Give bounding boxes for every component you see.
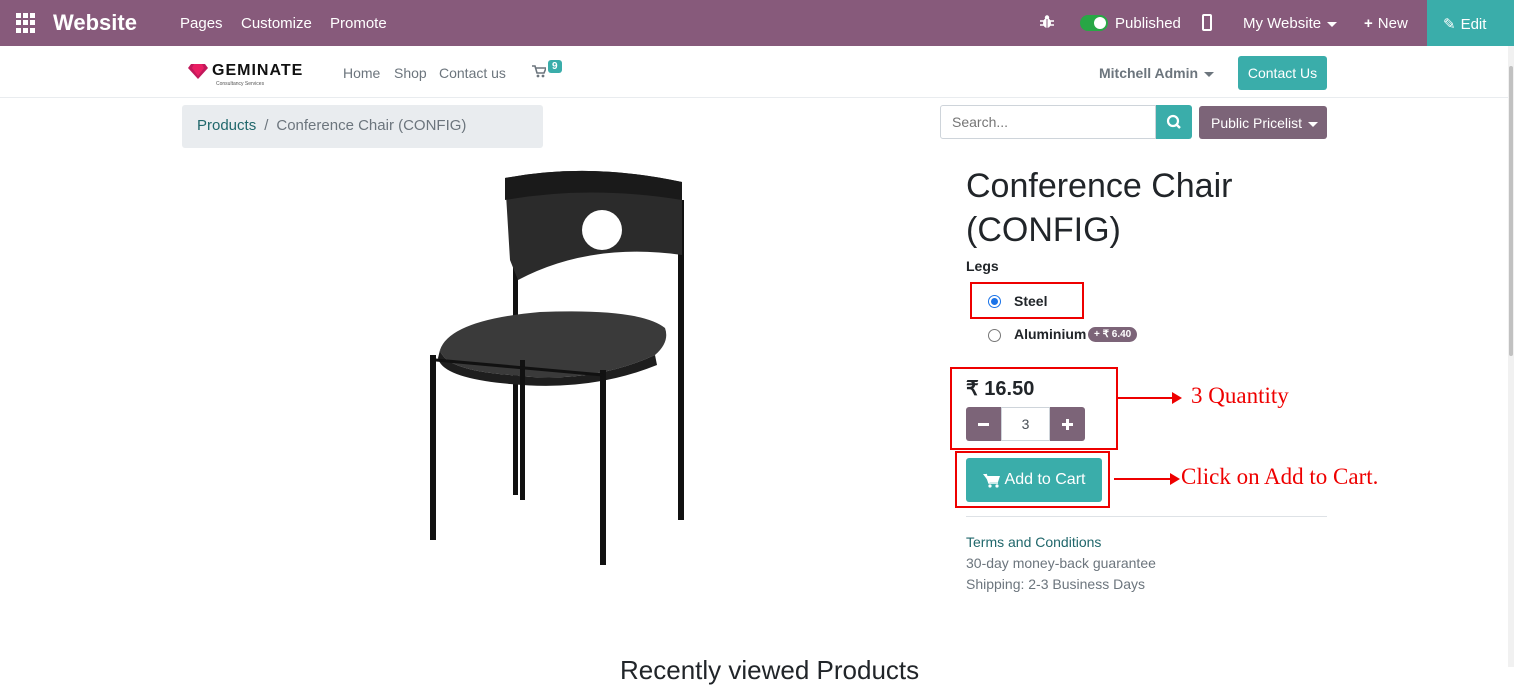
recently-viewed-heading: Recently viewed Products	[620, 655, 920, 685]
option-aluminium-label[interactable]: Aluminium	[1014, 326, 1086, 342]
my-website-dropdown[interactable]: My Website	[1243, 15, 1338, 32]
attribute-legs-label: Legs	[966, 258, 999, 274]
logo-text: GEMINATE	[212, 62, 304, 79]
cart-icon[interactable]	[532, 65, 546, 78]
terms-and-conditions-link[interactable]: Terms and Conditions	[966, 534, 1101, 550]
mobile-preview-icon[interactable]	[1202, 14, 1212, 31]
chevron-down-icon	[1327, 21, 1338, 27]
app-brand-title: Website	[53, 10, 137, 35]
new-label: New	[1377, 15, 1408, 32]
published-label[interactable]: Published	[1115, 15, 1181, 32]
pricelist-dropdown[interactable]: Public Pricelist	[1199, 106, 1327, 139]
website-navbar: GEMINATE Consultancy Services Home Shop …	[0, 46, 1508, 98]
page-scrollbar[interactable]	[1508, 46, 1514, 667]
menu-promote[interactable]: Promote	[330, 15, 387, 32]
guarantee-text: 30-day money-back guarantee	[966, 555, 1156, 571]
nav-home[interactable]: Home	[343, 65, 380, 81]
company-logo[interactable]: GEMINATE Consultancy Services	[188, 62, 304, 87]
menu-pages[interactable]: Pages	[180, 15, 223, 32]
plus-icon: +	[1364, 15, 1373, 32]
published-toggle[interactable]	[1080, 15, 1108, 31]
nav-contact-us[interactable]: Contact us	[439, 65, 506, 81]
menu-customize[interactable]: Customize	[241, 15, 312, 32]
logo-subtitle: Consultancy Services	[216, 81, 265, 87]
annotation-box-quantity	[950, 367, 1118, 450]
pencil-icon: ✎	[1443, 16, 1456, 33]
user-name: Mitchell Admin	[1099, 65, 1199, 81]
chevron-down-icon	[1204, 71, 1215, 77]
annotation-cart-note: Click on Add to Cart.	[1181, 464, 1379, 489]
user-menu-dropdown[interactable]: Mitchell Admin	[1099, 65, 1215, 81]
annotation-box-steel	[970, 282, 1084, 319]
divider	[966, 516, 1327, 517]
cart-count-badge[interactable]: 9	[548, 60, 562, 73]
breadcrumb-current: Conference Chair (CONFIG)	[276, 117, 467, 134]
admin-top-bar: Website Pages Customize Promote Publishe…	[0, 0, 1514, 46]
gem-logo-icon	[188, 64, 208, 79]
debug-bug-icon[interactable]	[1039, 14, 1055, 30]
new-button[interactable]: + New	[1364, 15, 1408, 32]
edit-label: Edit	[1460, 16, 1487, 33]
search-input[interactable]	[940, 105, 1156, 139]
search-icon	[1166, 114, 1181, 129]
annotation-box-add-to-cart	[955, 451, 1110, 508]
shipping-text: Shipping: 2-3 Business Days	[966, 576, 1145, 592]
scrollbar-thumb[interactable]	[1509, 66, 1513, 356]
annotation-arrow-quantity	[1118, 392, 1182, 404]
apps-menu-icon[interactable]	[16, 13, 36, 33]
pricelist-label: Public Pricelist	[1211, 115, 1303, 131]
breadcrumb-separator: /	[264, 117, 269, 134]
search-button[interactable]	[1156, 105, 1192, 139]
breadcrumb-products-link[interactable]: Products	[197, 117, 256, 134]
annotation-arrow-cart	[1114, 473, 1180, 485]
nav-shop[interactable]: Shop	[394, 65, 427, 81]
chevron-down-icon	[1308, 121, 1319, 127]
annotation-quantity-note: 3 Quantity	[1191, 383, 1289, 408]
price-extra-badge: + ₹ 6.40	[1088, 327, 1138, 342]
product-title: Conference Chair (CONFIG)	[966, 167, 1233, 249]
edit-button[interactable]: ✎ Edit	[1427, 0, 1514, 46]
breadcrumb: Products / Conference Chair (CONFIG)	[182, 105, 543, 148]
my-website-label: My Website	[1243, 15, 1322, 32]
product-image-chair[interactable]	[420, 160, 710, 570]
radio-aluminium[interactable]	[988, 329, 1001, 342]
contact-us-button[interactable]: Contact Us	[1238, 56, 1327, 90]
